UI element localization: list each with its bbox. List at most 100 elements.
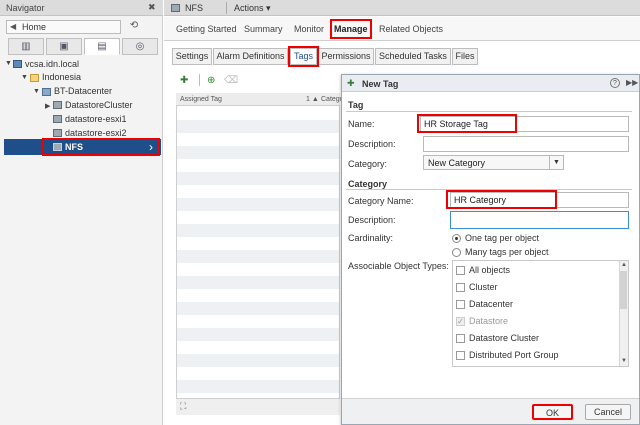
table-row: [177, 354, 339, 367]
datastore-icon: [53, 115, 62, 123]
datacenter-icon: [42, 88, 51, 96]
table-row: [177, 380, 339, 393]
checkbox[interactable]: [456, 300, 465, 309]
hosts-clusters-tab-icon[interactable]: ▥: [8, 38, 44, 55]
subtab-scheduled-tasks[interactable]: Scheduled Tasks: [375, 48, 451, 65]
section-divider: [346, 111, 632, 112]
checkbox[interactable]: [456, 266, 465, 275]
associable-types-label: Associable Object Types:: [348, 261, 449, 271]
table-row: [177, 172, 339, 185]
cardinality-one-label[interactable]: One tag per object: [465, 233, 539, 243]
table-row: [177, 328, 339, 341]
tree-item[interactable]: DatastoreCluster: [65, 100, 133, 110]
tree-datacenter[interactable]: BT-Datacenter: [54, 86, 112, 96]
category-label: Category:: [348, 159, 388, 169]
radio-many-tags[interactable]: [452, 248, 461, 257]
pin-icon[interactable]: ✖: [148, 2, 156, 13]
tab-monitor[interactable]: Monitor: [294, 24, 324, 34]
tab-related-objects[interactable]: Related Objects: [379, 24, 443, 34]
expand-dialog-icon[interactable]: ▶▶: [626, 78, 638, 87]
vms-templates-tab-icon[interactable]: ▣: [46, 38, 82, 55]
checkbox[interactable]: [456, 351, 465, 360]
export-icon[interactable]: ⛶: [180, 401, 186, 412]
divider: [226, 2, 227, 14]
collapse-icon[interactable]: ▶: [45, 102, 50, 110]
subtab-permissions[interactable]: Permissions: [318, 48, 374, 65]
storage-tab-icon[interactable]: ▤: [84, 38, 120, 55]
add-tag-icon[interactable]: ✚: [180, 75, 188, 86]
tab-getting-started[interactable]: Getting Started: [176, 24, 237, 34]
name-label: Name:: [348, 119, 375, 129]
tab-summary[interactable]: Summary: [244, 24, 283, 34]
datastore-icon: [53, 129, 62, 137]
chevron-down-icon[interactable]: ▼: [549, 156, 563, 169]
networking-tab-icon[interactable]: ◎: [122, 38, 158, 55]
tree-vcenter[interactable]: vcsa.idn.local: [25, 59, 79, 69]
object-type-item[interactable]: Cluster: [469, 282, 498, 292]
datastore-icon: [53, 143, 62, 151]
vcenter-icon: [13, 60, 22, 68]
history-icon[interactable]: ⟲: [127, 20, 141, 34]
tree-folder[interactable]: Indonesia: [42, 72, 81, 82]
cardinality-many-label[interactable]: Many tags per object: [465, 247, 549, 257]
category-description-label: Description:: [348, 215, 396, 225]
dialog-title: New Tag: [362, 79, 399, 89]
datastore-cluster-icon: [53, 101, 62, 109]
expand-icon[interactable]: ▼: [5, 60, 12, 67]
column-assigned-tag[interactable]: Assigned Tag: [180, 96, 222, 103]
table-row: [177, 146, 339, 159]
scrollbar-thumb[interactable]: [620, 271, 627, 309]
category-name-label: Category Name:: [348, 196, 414, 206]
checkbox[interactable]: [456, 334, 465, 343]
object-type-item[interactable]: Datastore Cluster: [469, 333, 539, 343]
description-label: Description:: [348, 139, 396, 149]
back-icon[interactable]: ◀: [10, 22, 16, 31]
subtab-tags[interactable]: Tags: [290, 48, 317, 65]
radio-one-tag[interactable]: [452, 234, 461, 243]
tag-icon: ✚: [347, 78, 355, 88]
navigator-title: Navigator: [6, 3, 45, 13]
folder-icon: [30, 74, 39, 82]
scroll-up-icon[interactable]: ▲: [621, 262, 627, 268]
sort-indicator[interactable]: 1 ▲: [306, 96, 319, 103]
object-type-item[interactable]: Distributed Port Group: [469, 350, 559, 360]
cardinality-label: Cardinality:: [348, 233, 394, 243]
section-divider: [346, 189, 632, 190]
ok-button[interactable]: OK: [532, 404, 573, 420]
datastore-icon: [171, 4, 180, 12]
home-label[interactable]: Home: [22, 22, 46, 32]
category-name-field[interactable]: HR Category: [450, 192, 629, 208]
category-description-field[interactable]: [450, 211, 629, 229]
tree-item[interactable]: datastore-esxi2: [65, 128, 127, 138]
tree-item-selected[interactable]: NFS: [65, 142, 83, 152]
tag-section-title: Tag: [348, 100, 364, 110]
actions-menu[interactable]: Actions ▾: [234, 3, 271, 14]
category-select[interactable]: New Category: [423, 155, 564, 170]
tab-manage[interactable]: Manage: [334, 24, 368, 34]
object-title: NFS: [185, 3, 203, 13]
subtab-files[interactable]: Files: [452, 48, 478, 65]
subtab-settings[interactable]: Settings: [172, 48, 212, 65]
table-row: [177, 120, 339, 133]
checkbox-checked-disabled: ✓: [456, 317, 465, 326]
scroll-down-icon[interactable]: ▼: [621, 358, 627, 364]
object-type-item: Datastore: [469, 316, 509, 326]
tag-name-field[interactable]: HR Storage Tag: [420, 116, 629, 132]
subtab-alarm-definitions[interactable]: Alarm Definitions: [213, 48, 288, 65]
remove-tag-icon[interactable]: ⌫: [224, 75, 238, 86]
object-type-item[interactable]: All objects: [469, 265, 510, 275]
tag-description-field[interactable]: [423, 136, 629, 152]
checkbox[interactable]: [456, 283, 465, 292]
assign-tag-icon[interactable]: ⊕: [207, 75, 215, 86]
table-row: [177, 302, 339, 315]
chevron-right-icon[interactable]: ›: [149, 140, 153, 154]
table-footer: [176, 398, 340, 415]
tree-item[interactable]: datastore-esxi1: [65, 114, 127, 124]
category-section-title: Category: [348, 179, 388, 189]
object-type-item[interactable]: Datacenter: [469, 299, 513, 309]
table-row: [177, 198, 339, 211]
help-icon[interactable]: ?: [610, 78, 620, 88]
cancel-button[interactable]: Cancel: [585, 404, 631, 420]
expand-icon[interactable]: ▼: [33, 88, 40, 95]
expand-icon[interactable]: ▼: [21, 74, 28, 81]
